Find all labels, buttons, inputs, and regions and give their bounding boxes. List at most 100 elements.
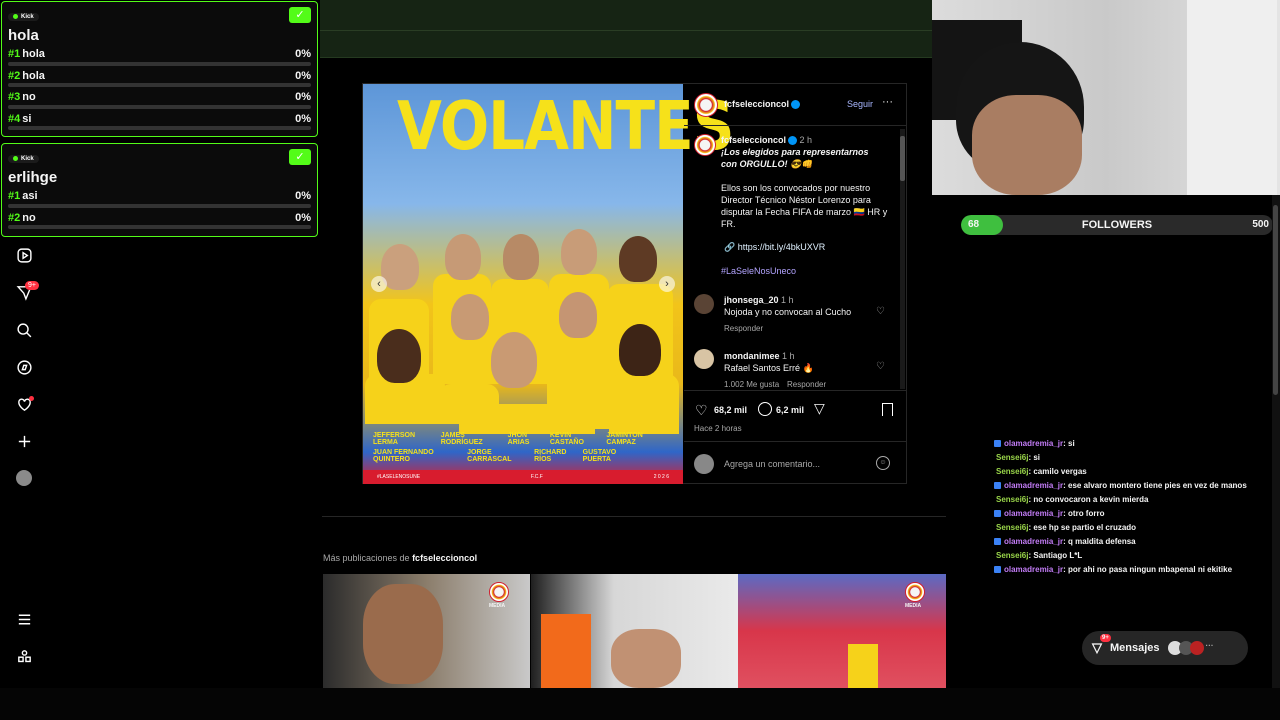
chat-message: olamadremia_jr: ese alvaro montero tiene… — [994, 479, 1247, 493]
chat-text: : ese alvaro montero tiene pies en vez d… — [1063, 481, 1247, 490]
threads-icon[interactable] — [14, 646, 34, 666]
post-caption: fcfseleccioncol 2 h ¡Los elegidos para r… — [721, 135, 888, 229]
chat-badge-icon — [994, 482, 1001, 490]
profile-avatar[interactable] — [694, 93, 718, 117]
followers-label: FOLLOWERS — [1081, 219, 1153, 231]
notification-badge: 9+ — [25, 281, 39, 290]
poll-option[interactable]: #2 hola 0% — [8, 68, 311, 90]
chat-text: : no convocaron a kevin mierda — [1028, 495, 1149, 504]
followers-goal: 500 — [1252, 219, 1269, 230]
chat-message: olamadremia_jr: q maldita defensa — [994, 535, 1136, 549]
user-avatar — [694, 454, 714, 474]
post-image[interactable]: VOLANTES JEFFERSON LERMA JAMES RODRÍGUEZ J… — [363, 84, 735, 484]
chat-username[interactable]: olamadremia_jr — [1004, 565, 1063, 574]
search-icon[interactable] — [14, 320, 34, 340]
post-sidebar: fcfseleccioncol Seguir ··· fcfseleccionc… — [684, 84, 907, 484]
comment: jhonsega_20 1 h Nojoda y no convocan al … — [724, 295, 852, 317]
more-post-thumb[interactable] — [531, 574, 738, 688]
chat-text: : si — [1028, 453, 1041, 462]
comment-icon[interactable] — [758, 402, 772, 416]
top-bar — [320, 0, 932, 58]
more-options-icon[interactable]: ··· — [882, 96, 893, 108]
more-posts-heading: Más publicaciones de fcfseleccioncol — [323, 553, 478, 563]
messages-label: Mensajes — [1110, 642, 1160, 654]
chat-message: Sensei6j: si — [996, 451, 1040, 465]
chat-username[interactable]: Sensei6j — [996, 551, 1028, 560]
webcam-feed — [932, 0, 1280, 195]
post-timestamp: Hace 2 horas — [694, 424, 742, 433]
poll-option[interactable]: #4 si 0% — [8, 111, 311, 133]
post-username[interactable]: fcfseleccioncol — [724, 99, 801, 110]
chat-text: : q maldita defensa — [1063, 537, 1136, 546]
instagram-post: VOLANTES JEFFERSON LERMA JAMES RODRÍGUEZ J… — [362, 83, 907, 484]
chat-username[interactable]: olamadremia_jr — [1004, 537, 1063, 546]
hashtag-link[interactable]: #LaSeleNosUneco — [721, 266, 796, 276]
caption-avatar[interactable] — [694, 134, 716, 156]
message-avatars: ··· — [1167, 641, 1214, 655]
kick-badge: Kick — [8, 12, 39, 21]
chat-text: : otro forro — [1063, 509, 1105, 518]
chat-message: Sensei6j: ese hp se partio el cruzado — [996, 521, 1136, 535]
verified-icon — [788, 136, 798, 146]
comment-likes[interactable]: 1.002 Me gusta — [724, 380, 779, 389]
commenter-avatar[interactable] — [694, 294, 714, 314]
chat-username[interactable]: Sensei6j — [996, 495, 1028, 504]
chat-text: : camilo vergas — [1028, 467, 1087, 476]
followers-goal-bar: 68 FOLLOWERS 500 — [961, 215, 1273, 235]
next-arrow-icon[interactable]: › — [659, 276, 675, 292]
poll-option[interactable]: #1 asi 0% — [8, 188, 311, 210]
chat-username[interactable]: Sensei6j — [996, 453, 1028, 462]
emoji-icon[interactable]: ☺ — [876, 456, 890, 470]
more-post-thumb[interactable]: MEDIA — [323, 574, 530, 688]
reels-icon[interactable] — [14, 245, 34, 265]
poll-option[interactable]: #3 no 0% — [8, 89, 311, 111]
media-badge: MEDIA — [905, 603, 922, 609]
chat-text: : ese hp se partio el cruzado — [1028, 523, 1137, 532]
chat-message: Sensei6j: no convocaron a kevin mierda — [996, 493, 1149, 507]
caption-link[interactable]: 🔗 https://bit.ly/4bkUXVR — [724, 242, 825, 253]
comment-like-icon[interactable]: ♡ — [876, 361, 885, 372]
create-icon[interactable] — [14, 431, 34, 451]
explore-icon[interactable] — [14, 357, 34, 377]
poll-title: hola — [8, 27, 39, 44]
comment-count: 6,2 mil — [776, 405, 805, 415]
check-icon[interactable]: ✓ — [289, 7, 311, 23]
chat-badge-icon — [994, 440, 1001, 448]
commenter-avatar[interactable] — [694, 349, 714, 369]
more-post-thumb[interactable]: MEDIA — [738, 574, 946, 688]
messages-badge: 9+ — [1100, 634, 1111, 642]
chat-username[interactable]: olamadremia_jr — [1004, 481, 1063, 490]
chat-username[interactable]: Sensei6j — [996, 523, 1028, 532]
comment-input[interactable]: Agrega un comentario... — [724, 459, 820, 469]
save-icon[interactable] — [882, 403, 893, 416]
profile-avatar[interactable] — [16, 470, 32, 486]
more-posts-user[interactable]: fcfseleccioncol — [412, 553, 477, 563]
reply-button[interactable]: Responder — [787, 380, 826, 389]
comment: mondanimee 1 h Rafael Santos Erré 🔥 — [724, 351, 814, 373]
player-names-row1: JEFFERSON LERMA JAMES RODRÍGUEZ JHON ARIAS… — [373, 432, 643, 446]
chat-message: Sensei6j: Santiago L*L — [996, 549, 1082, 563]
chat-message: Sensei6j: camilo vergas — [996, 465, 1087, 479]
share-icon[interactable]: ▽ — [814, 400, 825, 417]
notification-dot — [29, 396, 34, 401]
like-icon[interactable]: ♡ — [695, 402, 708, 419]
chat-username[interactable]: Sensei6j — [996, 467, 1028, 476]
poll-option[interactable]: #1 hola 0% — [8, 46, 311, 68]
kick-badge: Kick — [8, 154, 39, 163]
check-icon[interactable]: ✓ — [289, 149, 311, 165]
poll-option[interactable]: #2 no 0% — [8, 210, 311, 232]
chat-username[interactable]: olamadremia_jr — [1004, 509, 1063, 518]
reply-button[interactable]: Responder — [724, 324, 763, 333]
chat-text: : Santiago L*L — [1028, 551, 1083, 560]
comment-like-icon[interactable]: ♡ — [876, 306, 885, 317]
chat-username[interactable]: olamadremia_jr — [1004, 439, 1063, 448]
image-footer: #LASELENOSUNE F.C.F 2 0 2 6 — [363, 470, 683, 484]
like-count: 68,2 mil — [714, 405, 748, 415]
follow-button[interactable]: Seguir — [847, 99, 873, 109]
messages-button[interactable]: ▽ 9+ Mensajes ··· — [1082, 631, 1248, 665]
player-names-row2: JUAN FERNANDO QUINTERO JORGE CARRASCAL RIC… — [373, 449, 617, 463]
chat-message: olamadremia_jr: por ahi no pasa ningun m… — [994, 563, 1232, 577]
prev-arrow-icon[interactable]: ‹ — [371, 276, 387, 292]
verified-icon — [791, 100, 801, 110]
menu-icon[interactable] — [14, 609, 34, 629]
